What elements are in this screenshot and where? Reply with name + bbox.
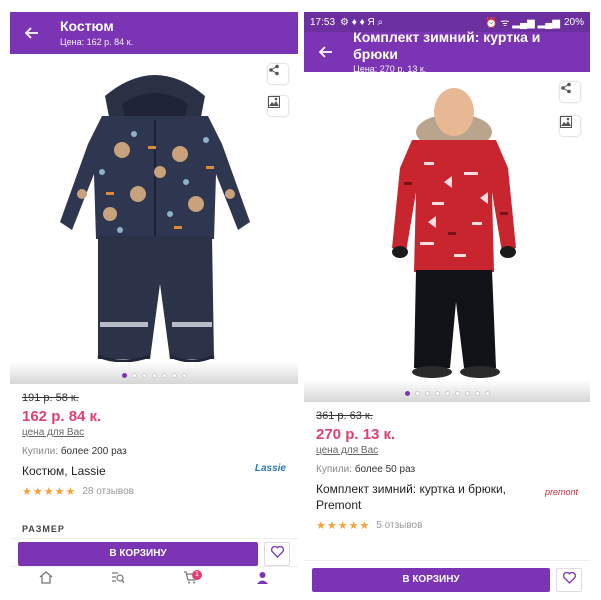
system-icons: ⏰ ᯤ ▂▄▆ ▂▄▆	[485, 18, 560, 29]
gallery-dot[interactable]	[444, 391, 450, 396]
gallery-dot[interactable]	[464, 391, 470, 396]
bottom-navigation: 1	[10, 566, 298, 592]
share-button[interactable]	[268, 64, 288, 84]
gallery-dot[interactable]	[161, 373, 167, 378]
nav-profile[interactable]	[252, 570, 272, 590]
favorite-button[interactable]	[556, 567, 582, 592]
purchase-count: Купили: более 50 раз	[316, 464, 578, 475]
profile-icon	[256, 571, 269, 589]
product-name: Костюм, Lassie	[22, 464, 106, 478]
cart-bar: В КОРЗИНУ	[10, 538, 298, 568]
home-icon	[39, 570, 53, 589]
favorite-button[interactable]	[264, 541, 290, 566]
purchase-count-value: более 50 раз	[354, 464, 416, 475]
catalog-search-icon	[111, 571, 125, 589]
share-button[interactable]	[560, 82, 580, 102]
gallery-dot[interactable]	[414, 391, 420, 396]
product-name: Комплект зимний: куртка и брюки, Premont	[316, 482, 507, 513]
rating-row[interactable]: ★★★★★ 5 отзывов	[316, 519, 578, 532]
cart-badge: 1	[192, 569, 202, 580]
back-arrow-icon[interactable]	[18, 26, 46, 40]
product-photo-child	[392, 88, 516, 378]
gallery-dots[interactable]	[304, 391, 590, 396]
gallery-dots[interactable]	[10, 373, 298, 378]
add-to-cart-button[interactable]: В КОРЗИНУ	[18, 541, 258, 566]
right-screen: 17:53 ⚙ ♦ ♦ Я ⌕ ⏰ ᯤ ▂▄▆ ▂▄▆ 20% Комплект…	[304, 12, 590, 598]
gallery-dot[interactable]	[171, 373, 177, 378]
gallery-dot[interactable]	[151, 373, 157, 378]
rating-row[interactable]: ★★★★★ 28 отзывов	[22, 485, 286, 498]
nav-home[interactable]	[36, 570, 56, 590]
gallery-dot[interactable]	[424, 391, 430, 396]
nav-catalog[interactable]	[108, 570, 128, 590]
gallery-dot[interactable]	[121, 373, 127, 378]
cart-bar: В КОРЗИНУ	[304, 560, 590, 598]
product-info: 361 р. 63 к. 270 р. 13 к. цена для Вас К…	[304, 402, 590, 532]
price-for-you-link[interactable]: цена для Вас	[316, 445, 578, 456]
product-photo-suit	[60, 75, 250, 363]
image-search-button[interactable]	[268, 96, 288, 116]
battery-level: 20%	[563, 16, 584, 28]
old-price: 361 р. 63 к.	[316, 410, 373, 422]
left-screen: Костюм Цена: 162 р. 84 к. 191 р. 58 к. 1…	[10, 12, 298, 592]
gallery-dot[interactable]	[181, 373, 187, 378]
purchase-count-value: более 200 раз	[60, 446, 127, 457]
page-title: Комплект зимний: куртка и брюки	[353, 28, 541, 62]
product-gallery[interactable]	[304, 72, 590, 402]
size-section-label[interactable]: РАЗМЕР	[22, 524, 65, 534]
notification-icons: ⚙ ♦ ♦ Я ⌕	[340, 16, 384, 28]
page-subtitle: Цена: 162 р. 84 к.	[60, 37, 134, 47]
app-bar: Костюм Цена: 162 р. 84 к.	[10, 12, 298, 54]
rating-stars: ★★★★★	[316, 520, 371, 533]
image-search-button[interactable]	[560, 116, 580, 136]
current-price: 270 р. 13 к.	[316, 426, 396, 443]
gallery-dot[interactable]	[454, 391, 460, 396]
product-gallery[interactable]	[10, 54, 298, 384]
status-time: 17:53	[310, 16, 336, 28]
rating-stars: ★★★★★	[22, 486, 77, 499]
price-for-you-link[interactable]: цена для Вас	[22, 427, 286, 438]
reviews-count[interactable]: 28 отзывов	[82, 486, 134, 497]
gallery-dot[interactable]	[484, 391, 490, 396]
gallery-dot[interactable]	[434, 391, 440, 396]
purchase-count-label: Купили:	[22, 446, 59, 457]
gallery-dot[interactable]	[141, 373, 147, 378]
reviews-count[interactable]: 5 отзывов	[376, 520, 422, 531]
current-price: 162 р. 84 к.	[22, 408, 102, 425]
gallery-dot[interactable]	[404, 391, 410, 396]
heart-icon	[562, 571, 576, 589]
brand-logo[interactable]: premont	[545, 487, 578, 497]
brand-logo[interactable]: Lassie	[255, 463, 286, 474]
nav-cart[interactable]: 1	[180, 569, 202, 590]
purchase-count-label: Купили:	[316, 464, 353, 475]
add-to-cart-button[interactable]: В КОРЗИНУ	[312, 567, 550, 592]
product-info: 191 р. 58 к. 162 р. 84 к. цена для Вас К…	[10, 384, 298, 498]
purchase-count: Купили: более 200 раз	[22, 446, 286, 457]
app-bar: Комплект зимний: куртка и брюки Цена: 27…	[304, 28, 590, 74]
page-title: Костюм	[60, 18, 114, 35]
heart-icon	[270, 545, 284, 563]
gallery-dot[interactable]	[131, 373, 137, 378]
gallery-dot[interactable]	[474, 391, 480, 396]
back-arrow-icon[interactable]	[312, 45, 339, 59]
old-price: 191 р. 58 к.	[22, 392, 79, 404]
